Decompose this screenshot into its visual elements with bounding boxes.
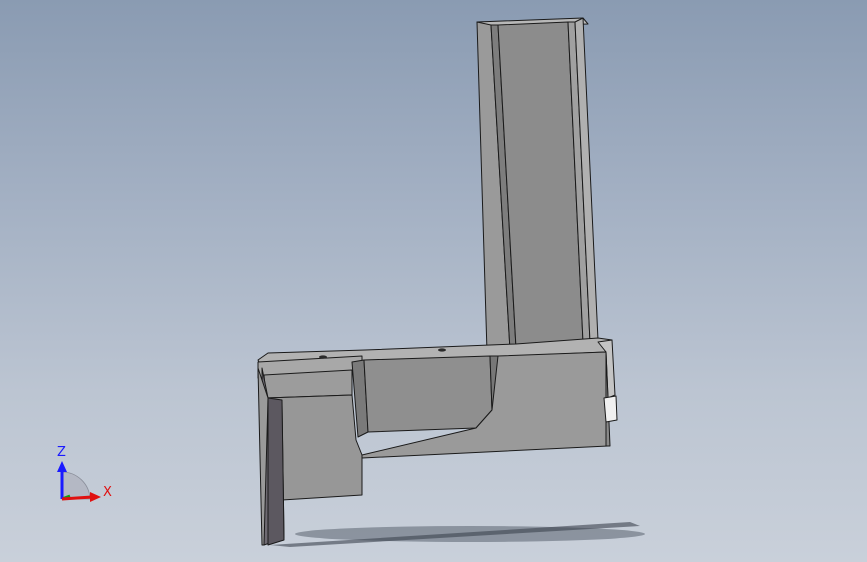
x-axis-arrow [61,495,93,501]
z-axis-label: Z [57,445,66,460]
base-block[interactable] [257,337,618,546]
axis-triad: Z X [57,445,112,502]
triad-disk [61,471,91,500]
x-axis-label: X [103,485,112,500]
z-axis-head [57,461,67,472]
vertical-channel[interactable] [476,17,599,353]
3d-viewport[interactable]: Z X [0,0,867,562]
x-axis-head [90,492,101,502]
part-model-view[interactable]: Z X [0,0,867,562]
model-shadow [270,522,645,547]
